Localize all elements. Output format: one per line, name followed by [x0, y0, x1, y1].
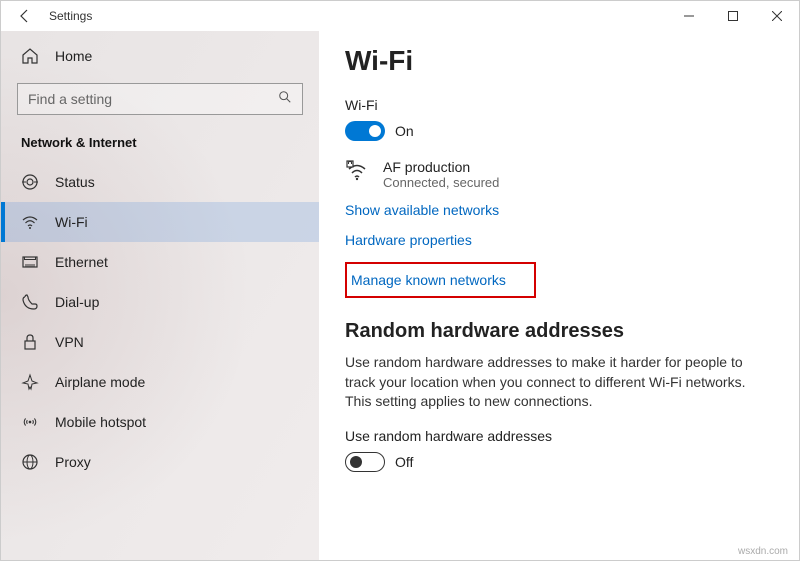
random-hw-toggle-title: Use random hardware addresses [345, 428, 773, 444]
minimize-button[interactable] [667, 1, 711, 31]
sidebar-item-status[interactable]: Status [1, 162, 319, 202]
sidebar-home[interactable]: Home [1, 37, 319, 75]
sidebar-item-dialup[interactable]: Dial-up [1, 282, 319, 322]
network-name: AF production [383, 159, 499, 175]
wifi-label: Wi-Fi [345, 97, 773, 113]
sidebar-item-label: Ethernet [55, 254, 108, 270]
sidebar-item-label: Mobile hotspot [55, 414, 146, 430]
random-hw-description: Use random hardware addresses to make it… [345, 353, 773, 412]
sidebar-home-label: Home [55, 48, 92, 64]
search-icon [278, 90, 292, 109]
titlebar: Settings [1, 1, 799, 31]
random-hw-heading: Random hardware addresses [345, 320, 773, 343]
watermark: wsxdn.com [738, 546, 788, 557]
network-current: AF production Connected, secured [345, 159, 773, 190]
sidebar: Home Network & Internet Status Wi-Fi Eth… [1, 31, 319, 560]
sidebar-item-label: Dial-up [55, 294, 99, 310]
search-input[interactable] [28, 91, 278, 107]
page-title: Wi-Fi [345, 45, 773, 77]
sidebar-item-label: VPN [55, 334, 84, 350]
airplane-icon [21, 373, 39, 391]
home-icon [21, 47, 39, 65]
maximize-button[interactable] [711, 1, 755, 31]
wifi-toggle[interactable] [345, 121, 385, 141]
random-hw-toggle[interactable] [345, 452, 385, 472]
link-hardware-properties[interactable]: Hardware properties [345, 232, 773, 248]
sidebar-item-wifi[interactable]: Wi-Fi [1, 202, 319, 242]
main-pane: Wi-Fi Wi-Fi On AF production Connected, … [319, 31, 799, 560]
sidebar-item-label: Proxy [55, 454, 91, 470]
sidebar-item-label: Wi-Fi [55, 214, 88, 230]
window-title: Settings [49, 9, 92, 23]
dialup-icon [21, 293, 39, 311]
status-icon [21, 173, 39, 191]
close-button[interactable] [755, 1, 799, 31]
back-button[interactable] [17, 8, 33, 24]
link-manage-known-networks[interactable]: Manage known networks [351, 272, 506, 288]
sidebar-item-ethernet[interactable]: Ethernet [1, 242, 319, 282]
search-box[interactable] [17, 83, 303, 115]
wifi-toggle-label: On [395, 123, 414, 139]
wifi-icon [21, 213, 39, 231]
sidebar-category: Network & Internet [1, 129, 319, 162]
proxy-icon [21, 453, 39, 471]
random-hw-toggle-label: Off [395, 454, 413, 470]
link-show-available-networks[interactable]: Show available networks [345, 202, 773, 218]
sidebar-item-hotspot[interactable]: Mobile hotspot [1, 402, 319, 442]
sidebar-item-proxy[interactable]: Proxy [1, 442, 319, 482]
sidebar-item-vpn[interactable]: VPN [1, 322, 319, 362]
vpn-icon [21, 333, 39, 351]
highlight-box: Manage known networks [345, 262, 536, 298]
sidebar-item-label: Airplane mode [55, 374, 145, 390]
sidebar-item-label: Status [55, 174, 95, 190]
sidebar-item-airplane[interactable]: Airplane mode [1, 362, 319, 402]
hotspot-icon [21, 413, 39, 431]
wifi-secured-icon [345, 159, 369, 183]
ethernet-icon [21, 253, 39, 271]
network-status: Connected, secured [383, 175, 499, 190]
